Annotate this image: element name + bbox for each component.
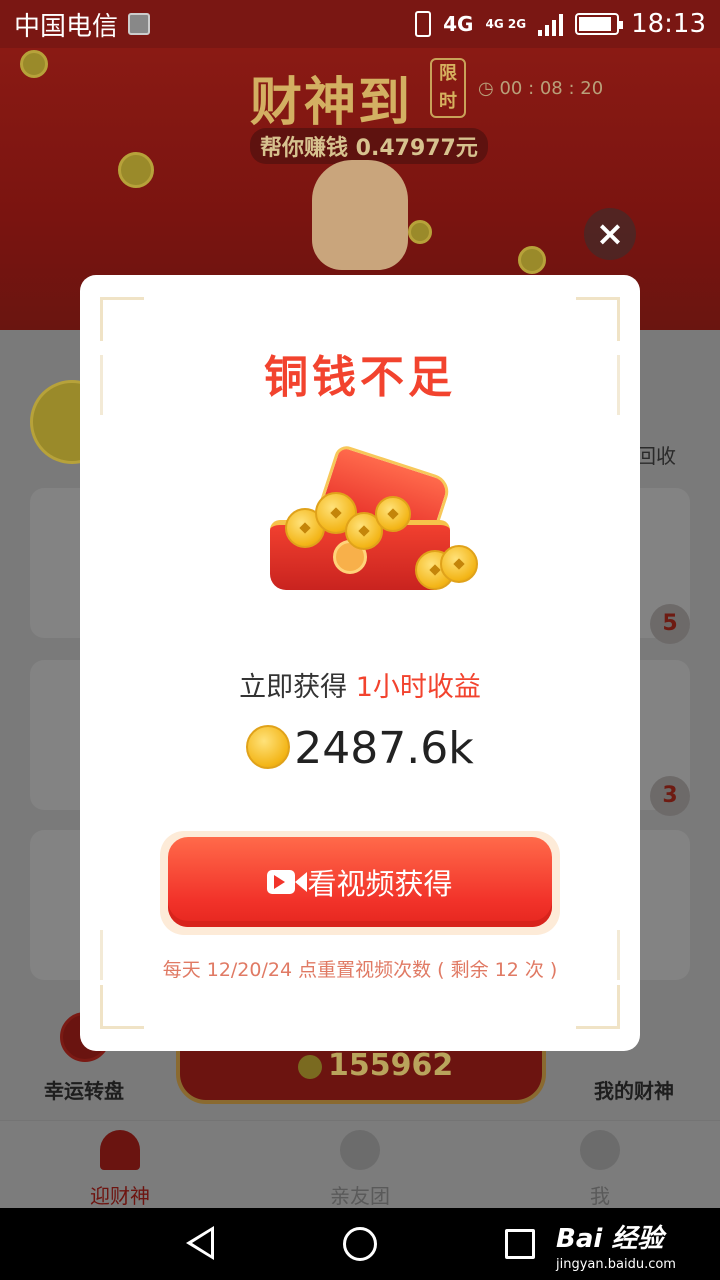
earn-description: 立即获得 1小时收益 bbox=[239, 672, 481, 703]
baidu-jingyan-watermark: Bai 经验 jingyan.baidu.com bbox=[556, 1224, 676, 1272]
insufficient-coins-dialog: 铜钱不足 立即获得 1小时收益 2487.6k 看视频获得 每天 12/20/2… bbox=[80, 275, 640, 1051]
recycle-label: 回收 bbox=[636, 444, 676, 468]
status-bar: 中国电信 4G 4G 2G 18:13 bbox=[0, 0, 720, 48]
status-icons: 4G 4G 2G 18:13 bbox=[415, 9, 706, 39]
video-reset-note: 每天 12/20/24 点重置视频次数 ( 剩余 12 次 ) bbox=[162, 959, 558, 981]
network-small-type: 4G 2G bbox=[485, 17, 527, 31]
home-icon[interactable] bbox=[343, 1227, 377, 1261]
battery-icon bbox=[575, 13, 624, 35]
lucky-wheel-label[interactable]: 幸运转盘 bbox=[44, 1075, 124, 1104]
watch-video-label: 看视频获得 bbox=[307, 867, 453, 901]
coin-decoration bbox=[408, 220, 432, 244]
corner-ornament bbox=[576, 297, 620, 341]
countdown-timer: ◷ 00 : 08 : 20 bbox=[478, 78, 604, 99]
app-title: 财神到 bbox=[250, 72, 413, 133]
carrier-name: 中国电信 bbox=[14, 11, 119, 42]
coin-decoration bbox=[20, 50, 48, 78]
limited-badge: 限时 bbox=[430, 58, 466, 118]
corner-ornament bbox=[100, 985, 144, 1029]
level-badge: 3 bbox=[650, 776, 690, 816]
corner-ornament bbox=[576, 985, 620, 1029]
reward-amount: 2487.6k bbox=[80, 723, 640, 774]
coin-balance: 155962 bbox=[298, 1048, 453, 1083]
copper-coin-icon bbox=[246, 725, 291, 769]
network-type: 4G bbox=[443, 12, 474, 36]
wealth-god-figure bbox=[312, 160, 408, 270]
me-tab-icon[interactable] bbox=[580, 1130, 620, 1170]
my-wealth-god-label[interactable]: 我的财神 bbox=[594, 1075, 674, 1104]
level-badge: 5 bbox=[650, 604, 690, 644]
treasure-chest-icon bbox=[255, 443, 485, 610]
back-icon[interactable] bbox=[186, 1226, 214, 1260]
tab-welcome-god[interactable]: 迎财神 bbox=[90, 1180, 150, 1209]
earn-highlight: 1小时收益 bbox=[355, 672, 481, 703]
tab-friends[interactable]: 亲友团 bbox=[330, 1180, 390, 1209]
earn-rate: 帮你赚钱 0.47977元 bbox=[250, 128, 488, 164]
video-button-frame: 看视频获得 bbox=[160, 831, 560, 935]
signal-icon bbox=[538, 12, 564, 36]
friends-tab-icon[interactable] bbox=[340, 1130, 380, 1170]
video-camera-icon bbox=[267, 870, 308, 894]
corner-ornament bbox=[100, 297, 144, 341]
watch-video-button[interactable]: 看视频获得 bbox=[168, 837, 552, 927]
home-tab-icon[interactable] bbox=[100, 1130, 140, 1170]
vibrate-icon bbox=[415, 11, 432, 37]
clock: 18:13 bbox=[631, 9, 706, 39]
coin-decoration bbox=[518, 246, 546, 274]
recent-apps-icon[interactable] bbox=[505, 1229, 535, 1259]
tab-me[interactable]: 我 bbox=[590, 1180, 610, 1209]
carrier-group: 中国电信 bbox=[14, 6, 151, 43]
close-icon[interactable]: × bbox=[584, 208, 636, 260]
coin-decoration bbox=[118, 152, 154, 188]
dialog-title: 铜钱不足 bbox=[264, 352, 456, 403]
coin-icon bbox=[298, 1054, 322, 1079]
image-notification-icon bbox=[128, 13, 151, 35]
